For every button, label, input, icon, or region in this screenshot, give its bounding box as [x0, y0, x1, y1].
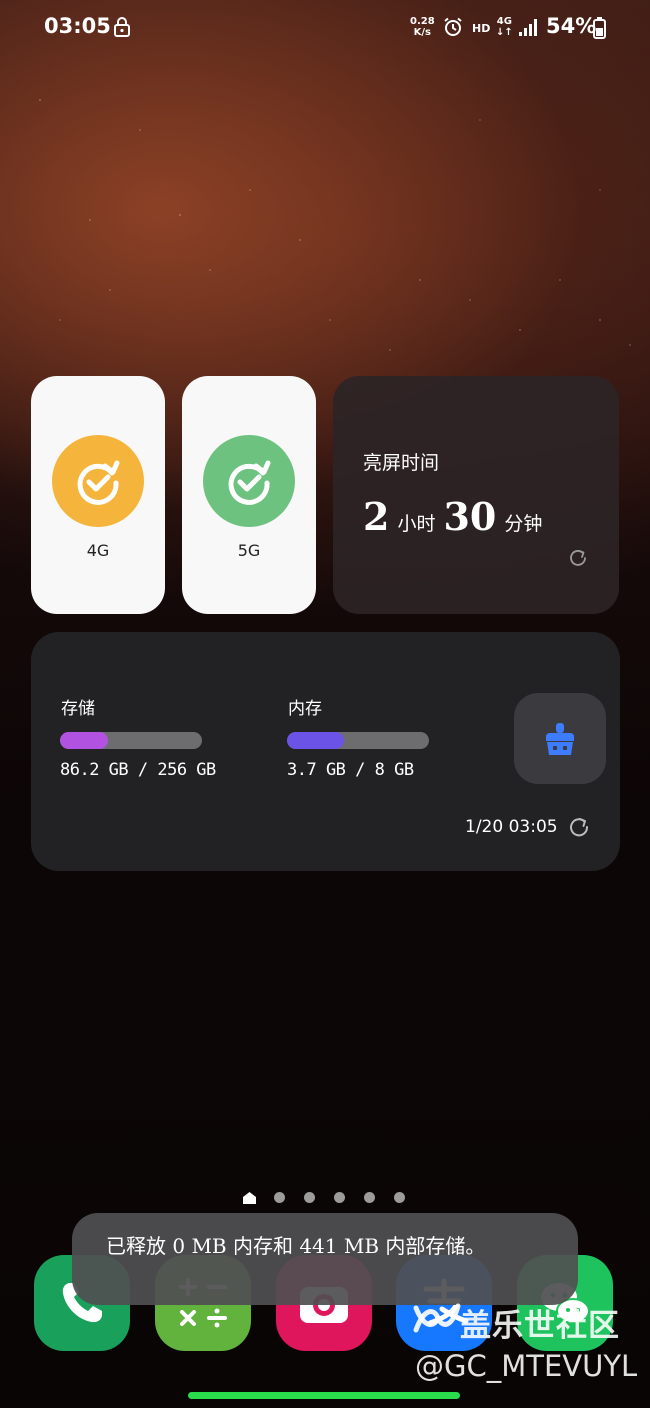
storage-label: 存储 [61, 699, 95, 719]
memory-progress-bar [287, 732, 429, 749]
widget-5g-label: 5G [237, 541, 261, 560]
check-refresh-icon [77, 460, 120, 505]
page-dot[interactable] [364, 1192, 375, 1203]
4g-status-circle [52, 435, 144, 527]
storage-progress-bar [60, 732, 202, 749]
storage-updated-time: 1/20 03:05 [465, 817, 558, 837]
memory-label: 内存 [288, 699, 322, 719]
screen-time-hours-unit: 小时 [397, 513, 436, 535]
network-type: 4G ↓↑ [496, 16, 513, 38]
screen-time-hours: 2 [363, 494, 390, 539]
memory-progress-fill [287, 732, 344, 749]
page-indicator[interactable] [242, 1189, 412, 1205]
storage-progress-fill [60, 732, 108, 749]
screen-time-widget[interactable]: 亮屏时间 2 小时 30 分钟 [333, 376, 619, 614]
signal-icon [518, 18, 538, 36]
lock-icon [113, 17, 131, 37]
storage-usage-text: 86.2 GB / 256 GB [60, 760, 216, 780]
check-refresh-icon [228, 460, 271, 505]
page-dot[interactable] [334, 1192, 345, 1203]
toast-message: 已释放 0 MB 内存和 441 MB 内部存储。 [106, 1234, 486, 1258]
battery-percent: 54% [546, 14, 597, 38]
galaxy-community-logo-icon [410, 1298, 462, 1338]
hd-indicator: HD [472, 22, 491, 35]
watermark-user: @GC_MTEVUYL [415, 1349, 638, 1383]
alarm-icon [443, 17, 463, 37]
toast-notification: 已释放 0 MB 内存和 441 MB 内部存储。 [72, 1213, 578, 1305]
navigation-handle[interactable] [188, 1392, 460, 1399]
memory-usage-text: 3.7 GB / 8 GB [287, 760, 414, 780]
widget-4g-label: 4G [86, 541, 110, 560]
refresh-icon[interactable] [568, 816, 590, 838]
5g-status-circle [203, 435, 295, 527]
battery-icon [593, 17, 606, 39]
screen-time-value: 2 小时 30 分钟 [363, 494, 550, 539]
status-bar: 03:05 0.28 K/s HD 4G ↓↑ 54% [0, 0, 650, 58]
page-dot[interactable] [304, 1192, 315, 1203]
network-speed-value: 0.28 [410, 16, 435, 27]
network-speed-unit: K/s [413, 27, 432, 38]
screen-time-minutes: 30 [443, 494, 497, 539]
page-dot[interactable] [274, 1192, 285, 1203]
refresh-icon[interactable] [568, 548, 588, 568]
status-time: 03:05 [44, 14, 111, 38]
network-speed: 0.28 K/s [410, 16, 435, 38]
page-dot[interactable] [394, 1192, 405, 1203]
screen-time-title: 亮屏时间 [363, 452, 440, 474]
network-type-label: 4G [496, 16, 512, 27]
data-arrows-icon: ↓↑ [496, 27, 513, 38]
home-page-icon[interactable] [242, 1190, 257, 1204]
widget-5g-toggle[interactable]: 5G [182, 376, 316, 614]
broom-icon [546, 723, 574, 755]
clean-button[interactable] [514, 693, 606, 784]
widget-4g-toggle[interactable]: 4G [31, 376, 165, 614]
screen-time-minutes-unit: 分钟 [504, 513, 543, 535]
storage-widget[interactable]: 存储 86.2 GB / 256 GB 内存 3.7 GB / 8 GB 1/2… [31, 632, 620, 871]
watermark-brand: 盖乐世社区 [460, 1308, 620, 1344]
